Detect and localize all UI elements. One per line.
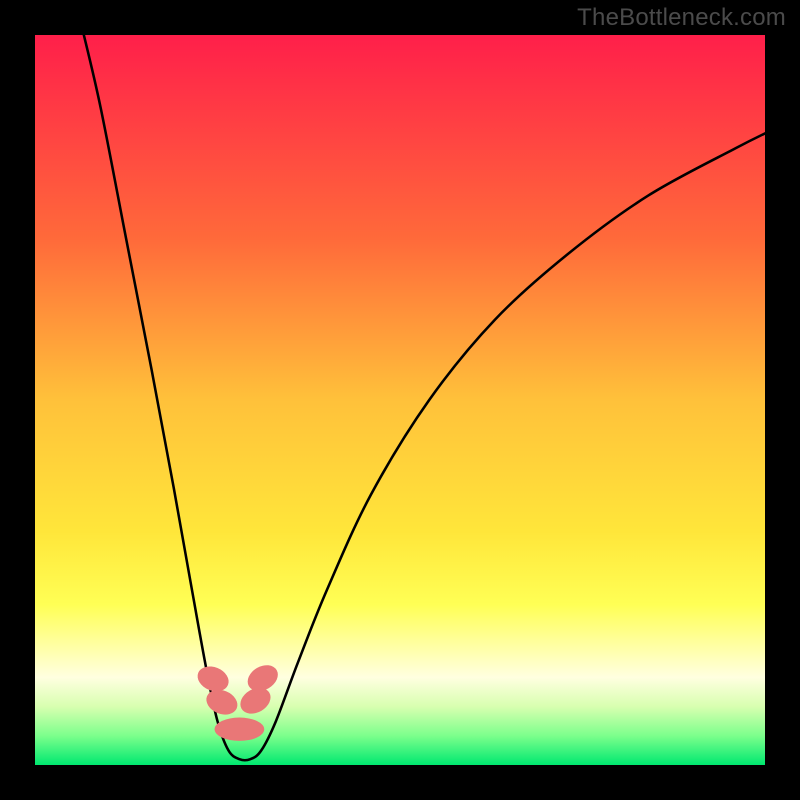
marker-layer (35, 35, 765, 765)
app-frame: TheBottleneck.com (0, 0, 800, 800)
marker-bottom (215, 718, 265, 741)
plot-area (35, 35, 765, 765)
marker-left-upper (194, 662, 233, 696)
marker-left-lower (203, 685, 242, 719)
watermark-text: TheBottleneck.com (577, 4, 786, 32)
